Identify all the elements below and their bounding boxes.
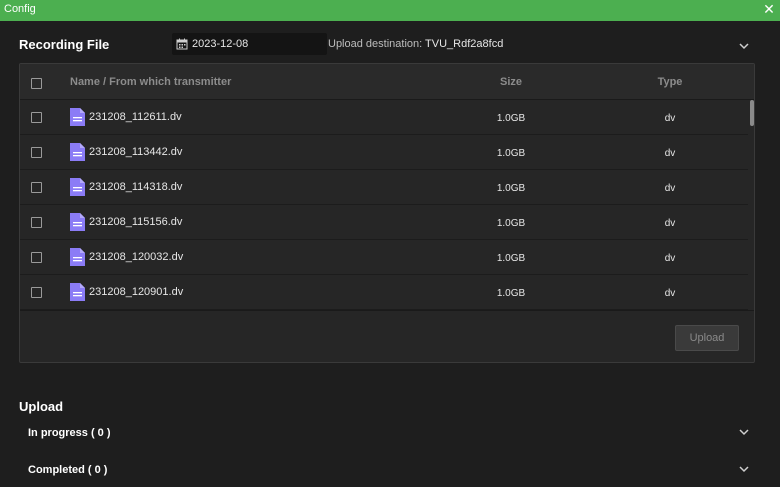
table-header: Name / From which transmitter Size Type	[20, 64, 754, 100]
chevron-down-icon[interactable]	[738, 39, 750, 51]
file-size: 1.0GB	[496, 218, 526, 229]
file-type: dv	[664, 113, 676, 124]
recording-file-title: Recording File	[19, 37, 110, 52]
file-name: 231208_115156.dv	[89, 216, 183, 228]
file-size: 1.0GB	[496, 288, 526, 299]
table-row[interactable]: 231208_120032.dv 1.0GB dv	[20, 240, 748, 275]
file-type: dv	[664, 148, 676, 159]
file-size: 1.0GB	[496, 183, 526, 194]
column-header-type[interactable]: Type	[650, 76, 690, 88]
scrollbar-thumb[interactable]	[750, 100, 754, 126]
file-name: 231208_114318.dv	[89, 181, 183, 193]
table-row[interactable]: 231208_112611.dv 1.0GB dv	[20, 100, 748, 135]
row-checkbox[interactable]	[31, 147, 42, 158]
column-header-size[interactable]: Size	[486, 76, 536, 88]
row-checkbox[interactable]	[31, 182, 42, 193]
file-document-icon	[70, 108, 85, 126]
file-type: dv	[664, 288, 676, 299]
file-type: dv	[664, 183, 676, 194]
file-size: 1.0GB	[496, 253, 526, 264]
recording-file-table: Name / From which transmitter Size Type …	[19, 63, 755, 363]
file-document-icon	[70, 283, 85, 301]
file-name: 231208_120032.dv	[89, 251, 184, 263]
in-progress-toggle[interactable]: In progress ( 0 )	[28, 427, 111, 439]
file-document-icon	[70, 143, 85, 161]
file-document-icon	[70, 213, 85, 231]
title-bar: Config ✕	[0, 0, 780, 21]
upload-button[interactable]: Upload	[675, 325, 739, 351]
row-checkbox[interactable]	[31, 217, 42, 228]
close-icon[interactable]: ✕	[762, 1, 776, 17]
file-type: dv	[664, 253, 676, 264]
date-picker[interactable]: 2023-12-08	[172, 33, 327, 55]
upload-title: Upload	[19, 399, 64, 414]
file-name: 231208_112611.dv	[89, 111, 182, 123]
table-scrollbar[interactable]	[750, 100, 754, 310]
file-size: 1.0GB	[496, 113, 526, 124]
column-header-name[interactable]: Name / From which transmitter	[70, 76, 231, 88]
calendar-icon	[176, 38, 188, 50]
select-all-checkbox[interactable]	[31, 78, 42, 89]
file-type: dv	[664, 218, 676, 229]
chevron-down-icon[interactable]	[738, 462, 750, 474]
upload-destination-label: Upload destination:	[328, 38, 423, 50]
row-checkbox[interactable]	[31, 287, 42, 298]
row-checkbox[interactable]	[31, 252, 42, 263]
row-checkbox[interactable]	[31, 112, 42, 123]
upload-destination[interactable]: Upload destination: TVU_Rdf2a8fcd	[328, 38, 503, 50]
table-row[interactable]: 231208_114318.dv 1.0GB dv	[20, 170, 748, 205]
table-row[interactable]: 231208_120901.dv 1.0GB dv	[20, 275, 748, 310]
completed-toggle[interactable]: Completed ( 0 )	[28, 464, 107, 476]
chevron-down-icon[interactable]	[738, 425, 750, 437]
date-value: 2023-12-08	[192, 38, 249, 50]
file-document-icon	[70, 178, 85, 196]
file-name: 231208_113442.dv	[89, 146, 183, 158]
table-body: 231208_112611.dv 1.0GB dv 231208_113442.…	[20, 100, 754, 310]
file-name: 231208_120901.dv	[89, 286, 184, 298]
table-row[interactable]: 231208_113442.dv 1.0GB dv	[20, 135, 748, 170]
table-row[interactable]: 231208_115156.dv 1.0GB dv	[20, 205, 748, 240]
file-size: 1.0GB	[496, 148, 526, 159]
file-document-icon	[70, 248, 85, 266]
window-title: Config	[4, 3, 36, 15]
table-footer-divider	[20, 310, 754, 311]
upload-destination-value: TVU_Rdf2a8fcd	[425, 38, 504, 50]
